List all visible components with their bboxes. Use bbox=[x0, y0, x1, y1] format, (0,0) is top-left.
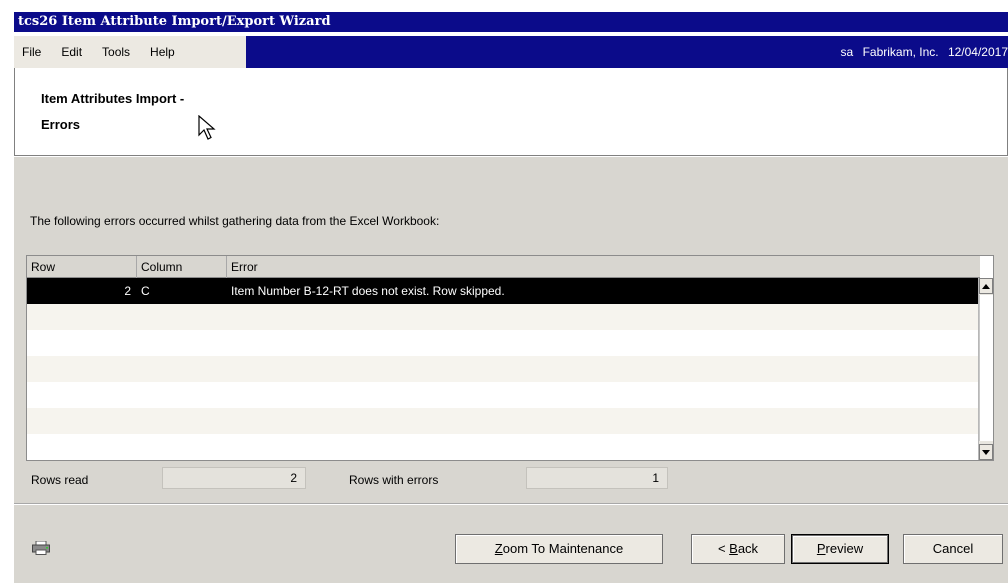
preview-button[interactable]: Preview bbox=[791, 534, 889, 564]
rows-errors-label: Rows with errors bbox=[349, 473, 439, 487]
rows-read-value: 2 bbox=[162, 467, 306, 489]
zoom-to-maintenance-button[interactable]: Zoom To Maintenance bbox=[455, 534, 663, 564]
rows-errors-value: 1 bbox=[526, 467, 668, 489]
cancel-button[interactable]: Cancel bbox=[903, 534, 1003, 564]
divider bbox=[14, 503, 1008, 505]
back-prefix: < bbox=[717, 541, 730, 556]
arrow-cursor-icon bbox=[198, 115, 216, 140]
status-company: Fabrikam, Inc. bbox=[862, 45, 939, 59]
user-company-date-status: sa Fabrikam, Inc. 12/04/2017 bbox=[835, 36, 1008, 68]
cell-error: Item Number B-12-RT does not exist. Row … bbox=[231, 284, 505, 298]
zoom-label: oom To Maintenance bbox=[502, 541, 624, 556]
zoom-accel: Z bbox=[494, 541, 503, 556]
wizard-content: The following errors occurred whilst gat… bbox=[14, 157, 1008, 583]
empty-row[interactable] bbox=[27, 304, 980, 330]
printer-icon[interactable] bbox=[32, 541, 50, 555]
triangle-down-icon bbox=[982, 449, 990, 455]
errors-grid[interactable]: Row Column Error 2 C Item Number B-12-RT… bbox=[26, 255, 994, 461]
window-title-bar[interactable]: tcs26 Item Attribute Import/Export Wizar… bbox=[14, 12, 1008, 32]
column-header-row[interactable]: Row bbox=[27, 256, 137, 278]
menu-tools[interactable]: Tools bbox=[92, 45, 140, 59]
back-label: ack bbox=[737, 541, 759, 556]
grid-body: 2 C Item Number B-12-RT does not exist. … bbox=[27, 278, 980, 460]
menu-help[interactable]: Help bbox=[140, 45, 185, 59]
page-title-line1: Item Attributes Import - bbox=[41, 91, 185, 106]
grid-scrollbar[interactable] bbox=[978, 278, 993, 460]
empty-row[interactable] bbox=[27, 356, 980, 382]
menu-edit[interactable]: Edit bbox=[51, 45, 92, 59]
status-user: sa bbox=[840, 45, 854, 59]
status-date: 12/04/2017 bbox=[947, 45, 1008, 59]
rows-read-label: Rows read bbox=[31, 473, 89, 487]
table-row[interactable]: 2 C Item Number B-12-RT does not exist. … bbox=[27, 278, 980, 304]
triangle-up-icon bbox=[982, 283, 990, 289]
wizard-header: Item Attributes Import - Errors bbox=[14, 68, 1008, 156]
scroll-thumb[interactable] bbox=[979, 295, 993, 441]
empty-row[interactable] bbox=[27, 408, 980, 434]
empty-row[interactable] bbox=[27, 330, 980, 356]
scroll-down-button[interactable] bbox=[979, 444, 993, 460]
preview-accel: P bbox=[816, 541, 826, 556]
menu-items: File Edit Tools Help bbox=[14, 36, 246, 68]
cancel-label: Cancel bbox=[932, 541, 974, 556]
preview-label: review bbox=[825, 541, 864, 556]
column-header-error[interactable]: Error bbox=[227, 256, 980, 278]
back-accel: B bbox=[729, 541, 738, 556]
error-message: The following errors occurred whilst gat… bbox=[30, 214, 440, 228]
cell-row: 2 bbox=[124, 284, 131, 298]
grid-header: Row Column Error bbox=[27, 256, 980, 278]
back-button[interactable]: < Back bbox=[691, 534, 785, 564]
column-header-column[interactable]: Column bbox=[137, 256, 227, 278]
menu-file[interactable]: File bbox=[14, 45, 51, 59]
scroll-up-button[interactable] bbox=[979, 278, 993, 294]
empty-row[interactable] bbox=[27, 434, 980, 460]
window-title: tcs26 Item Attribute Import/Export Wizar… bbox=[18, 14, 331, 29]
cell-column: C bbox=[141, 284, 150, 298]
menu-bar: File Edit Tools Help sa Fabrikam, Inc. 1… bbox=[14, 36, 1008, 68]
empty-row[interactable] bbox=[27, 382, 980, 408]
